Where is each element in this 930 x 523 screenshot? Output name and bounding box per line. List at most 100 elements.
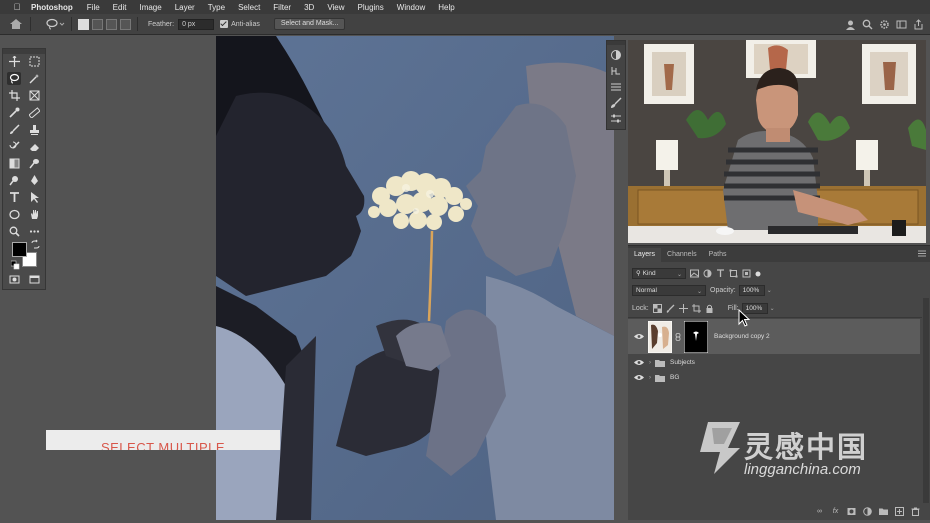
move-tool-icon[interactable] (7, 55, 21, 68)
eye-icon[interactable] (634, 333, 644, 340)
menu-app-name[interactable]: Photoshop (31, 3, 73, 12)
feather-input[interactable]: 0 px (178, 18, 215, 30)
menu-layer[interactable]: Layer (175, 3, 195, 12)
panel-menu-icon[interactable] (918, 250, 926, 257)
gear-icon[interactable] (879, 19, 890, 30)
layer-row[interactable]: Background copy 2 (628, 319, 920, 354)
menu-type[interactable]: Type (208, 3, 225, 12)
user-icon[interactable] (845, 19, 856, 30)
swap-colors-icon[interactable] (31, 239, 40, 249)
history-icon[interactable] (610, 65, 622, 77)
marquee-tool-icon[interactable] (27, 55, 41, 68)
lock-artboard-icon[interactable] (691, 304, 701, 313)
layers-scrollbar[interactable] (923, 298, 929, 503)
opacity-input[interactable]: 100% (738, 285, 765, 296)
tab-channels[interactable]: Channels (661, 248, 703, 262)
lock-transparent-icon[interactable] (652, 304, 662, 313)
sliders-icon[interactable] (610, 113, 622, 125)
link-layers-icon[interactable]: ∞ (815, 507, 824, 516)
pen-tool-icon[interactable] (27, 174, 41, 187)
image-filter-icon[interactable] (690, 269, 699, 278)
menu-help[interactable]: Help (438, 3, 454, 12)
more-tools-icon[interactable] (27, 225, 41, 238)
adjustment-layer-icon[interactable] (863, 506, 872, 516)
brush-tool-icon[interactable] (7, 123, 21, 136)
dodge-icon[interactable] (7, 174, 21, 187)
fx-icon[interactable]: fx (831, 507, 840, 516)
layer-group-row[interactable]: › BG (628, 371, 920, 384)
new-group-icon[interactable] (879, 507, 888, 516)
select-and-mask-button[interactable]: Select and Mask... (273, 18, 346, 30)
blend-mode-select[interactable]: Normal ⌄ (632, 285, 706, 296)
foreground-color-swatch[interactable] (12, 242, 27, 257)
zoom-tool-icon[interactable] (7, 225, 21, 238)
quick-mask-icon[interactable] (7, 273, 21, 286)
menu-view[interactable]: View (327, 3, 344, 12)
eyedropper-icon[interactable] (7, 106, 21, 119)
layer-name[interactable]: BG (670, 374, 679, 381)
shape-filter-icon[interactable] (729, 269, 738, 278)
menu-file[interactable]: File (87, 3, 100, 12)
smart-object-filter-icon[interactable] (742, 269, 751, 278)
gradient-icon[interactable] (7, 157, 21, 170)
chevron-right-icon[interactable]: › (649, 375, 651, 381)
workspace-icon[interactable] (896, 19, 907, 30)
hand-tool-icon[interactable] (27, 208, 41, 221)
share-icon[interactable] (913, 19, 924, 30)
screen-mode-icon[interactable] (27, 273, 41, 286)
menu-filter[interactable]: Filter (273, 3, 291, 12)
subtract-selection-button[interactable] (106, 18, 117, 30)
eye-icon[interactable] (634, 374, 644, 381)
menu-3d[interactable]: 3D (304, 3, 314, 12)
properties-icon[interactable] (610, 81, 622, 93)
adjustment-filter-icon[interactable] (703, 269, 712, 278)
anti-alias-checkbox[interactable] (220, 20, 229, 28)
layer-mask-thumbnail[interactable] (684, 320, 708, 353)
menu-image[interactable]: Image (139, 3, 161, 12)
lock-pixels-icon[interactable] (666, 304, 675, 313)
ruler-icon[interactable] (27, 106, 41, 119)
magic-wand-icon[interactable] (27, 72, 41, 85)
tab-layers[interactable]: Layers (628, 248, 662, 262)
filter-kind-select[interactable]: ⚲ Kind ⌄ (632, 268, 686, 279)
history-brush-icon[interactable] (7, 140, 21, 153)
link-icon[interactable] (675, 332, 681, 341)
home-icon[interactable] (8, 17, 24, 31)
default-colors-icon[interactable] (11, 260, 20, 270)
menu-plugins[interactable]: Plugins (358, 3, 384, 12)
layer-name[interactable]: Subjects (670, 359, 695, 366)
lock-position-icon[interactable] (678, 304, 688, 313)
path-select-icon[interactable] (27, 191, 41, 204)
layer-name[interactable]: Background copy 2 (714, 333, 770, 340)
lasso-tool-icon[interactable] (7, 72, 21, 85)
eye-icon[interactable] (634, 359, 644, 366)
type-tool-icon[interactable] (7, 191, 21, 204)
search-icon[interactable] (862, 19, 873, 30)
frame-tool-icon[interactable] (27, 89, 41, 102)
add-selection-button[interactable] (92, 18, 103, 30)
panel-grip[interactable] (607, 41, 625, 45)
new-selection-button[interactable] (78, 18, 89, 30)
new-layer-icon[interactable] (895, 506, 904, 516)
chevron-right-icon[interactable]: › (649, 360, 651, 366)
panel-grip[interactable] (3, 49, 45, 54)
eraser-icon[interactable] (27, 140, 41, 153)
filter-toggle-icon[interactable] (755, 271, 761, 277)
trash-icon[interactable] (911, 507, 920, 516)
chevron-down-icon[interactable]: ⌄ (767, 287, 772, 294)
ellipse-tool-icon[interactable] (7, 208, 21, 221)
chevron-down-icon[interactable]: ⌄ (770, 305, 775, 312)
smudge-icon[interactable] (27, 157, 41, 170)
type-filter-icon[interactable] (716, 269, 725, 278)
crop-tool-icon[interactable] (7, 89, 21, 102)
apple-icon[interactable]:  (12, 2, 22, 12)
menu-window[interactable]: Window (397, 3, 425, 12)
add-mask-icon[interactable] (847, 507, 856, 516)
adjustments-icon[interactable] (610, 49, 622, 61)
menu-edit[interactable]: Edit (113, 3, 127, 12)
tab-paths[interactable]: Paths (703, 248, 733, 262)
intersect-selection-button[interactable] (120, 18, 131, 30)
brush-settings-icon[interactable] (610, 97, 622, 109)
stamp-tool-icon[interactable] (27, 123, 41, 136)
layer-group-row[interactable]: › Subjects (628, 356, 920, 369)
